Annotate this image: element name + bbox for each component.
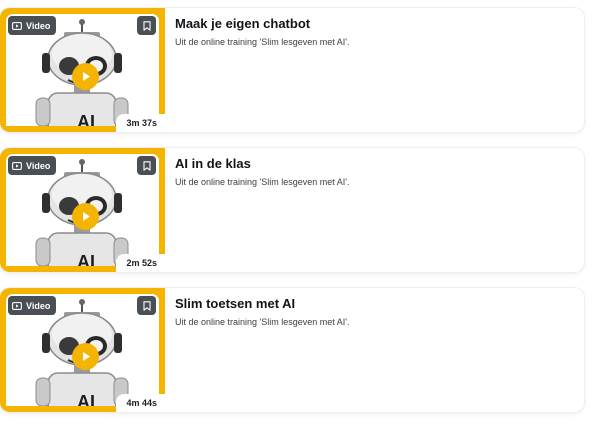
- video-badge-label: Video: [26, 160, 51, 171]
- play-icon: [82, 212, 90, 221]
- video-card[interactable]: AI Video 3m 37s Maak je eigen chatbot Ui…: [0, 8, 584, 132]
- play-button[interactable]: [72, 63, 99, 90]
- play-button[interactable]: [72, 343, 99, 370]
- video-badge-label: Video: [26, 300, 51, 311]
- bookmark-button[interactable]: [137, 296, 156, 315]
- thumbnail-ai-text: AI: [77, 392, 95, 406]
- bookmark-button[interactable]: [137, 156, 156, 175]
- bookmark-icon: [142, 20, 151, 31]
- video-badge: Video: [8, 16, 57, 35]
- thumbnail-ai-text: AI: [77, 252, 95, 266]
- video-icon: [12, 161, 22, 170]
- duration-label: 2m 52s: [116, 254, 165, 272]
- video-subtitle: Uit de online training 'Slim lesgeven me…: [175, 317, 350, 327]
- video-thumbnail[interactable]: AI Video 2m 52s: [0, 148, 165, 272]
- video-badge: Video: [8, 296, 57, 315]
- duration-label: 4m 44s: [116, 394, 165, 412]
- video-subtitle: Uit de online training 'Slim lesgeven me…: [175, 37, 350, 47]
- bookmark-icon: [142, 300, 151, 311]
- video-badge-label: Video: [26, 20, 51, 31]
- video-icon: [12, 301, 22, 310]
- play-button[interactable]: [72, 203, 99, 230]
- video-icon: [12, 21, 22, 30]
- video-thumbnail[interactable]: AI Video 3m 37s: [0, 8, 165, 132]
- video-list: AI Video 3m 37s Maak je eigen chatbot Ui…: [0, 0, 606, 422]
- bookmark-icon: [142, 160, 151, 171]
- video-subtitle: Uit de online training 'Slim lesgeven me…: [175, 177, 350, 187]
- video-card[interactable]: AI Video 4m 44s Slim toetsen met AI Uit …: [0, 288, 584, 412]
- video-title[interactable]: Slim toetsen met AI: [175, 296, 295, 311]
- video-title[interactable]: Maak je eigen chatbot: [175, 16, 310, 31]
- play-icon: [82, 352, 90, 361]
- video-card[interactable]: AI Video 2m 52s AI in de klas Uit de onl…: [0, 148, 584, 272]
- duration-label: 3m 37s: [116, 114, 165, 132]
- play-icon: [82, 72, 90, 81]
- video-title[interactable]: AI in de klas: [175, 156, 251, 171]
- video-thumbnail[interactable]: AI Video 4m 44s: [0, 288, 165, 412]
- video-badge: Video: [8, 156, 57, 175]
- thumbnail-ai-text: AI: [77, 112, 95, 126]
- bookmark-button[interactable]: [137, 16, 156, 35]
